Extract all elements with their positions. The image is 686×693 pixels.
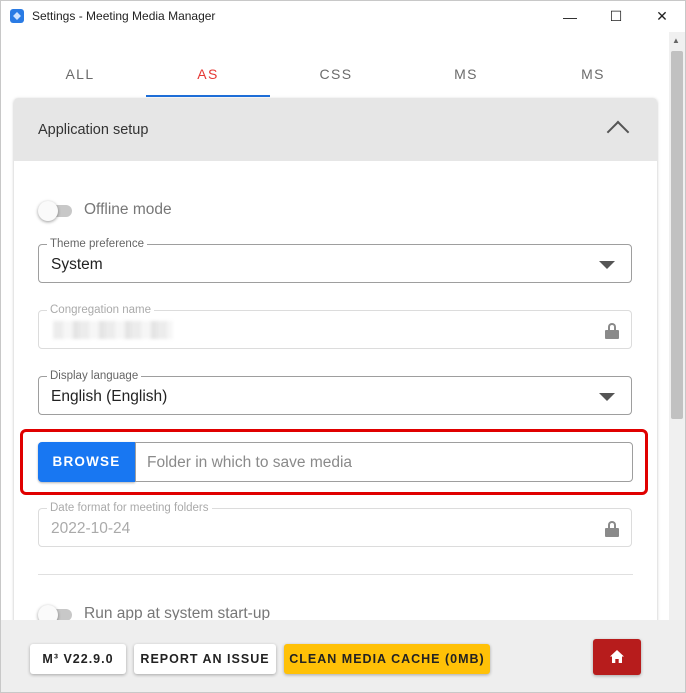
tab-all[interactable]: ALL (18, 53, 142, 97)
date-format-field: Date format for meeting folders 2022-10-… (38, 501, 632, 547)
section-title: Application setup (38, 122, 149, 138)
theme-preference-legend: Theme preference (47, 237, 147, 251)
date-format-legend: Date format for meeting folders (47, 501, 212, 515)
offline-mode-label: Offline mode (84, 201, 172, 218)
display-language-legend: Display language (47, 369, 142, 383)
display-language-value: English (English) (51, 388, 168, 405)
maximize-button[interactable]: ☐ (593, 1, 639, 32)
scrollbar-thumb[interactable] (671, 51, 683, 419)
congregation-name-field: Congregation name (38, 303, 632, 349)
theme-preference-value: System (51, 256, 103, 273)
report-issue-button[interactable]: REPORT AN ISSUE (134, 644, 276, 674)
tab-ms-1[interactable]: MS (404, 53, 528, 97)
app-icon (10, 9, 24, 23)
home-icon (610, 650, 624, 663)
chevron-up-icon[interactable] (606, 120, 630, 144)
section-header[interactable]: Application setup (14, 98, 657, 161)
close-button[interactable]: ✕ (639, 1, 685, 32)
redacted-value (53, 321, 173, 339)
toggle-knob (38, 201, 58, 221)
scroll-up-icon[interactable]: ▲ (672, 36, 680, 45)
active-tab-indicator (146, 95, 270, 97)
congregation-name-legend: Congregation name (47, 303, 155, 317)
display-language-select[interactable]: Display language English (English) (38, 369, 632, 415)
clean-media-cache-button[interactable]: CLEAN MEDIA CACHE (0MB) (284, 644, 490, 674)
minimize-button[interactable]: — (547, 1, 593, 32)
caret-down-icon (599, 393, 615, 401)
lock-icon (605, 521, 619, 537)
lock-icon (605, 323, 619, 339)
offline-mode-toggle[interactable] (38, 200, 76, 221)
version-button[interactable]: M³ V22.9.0 (30, 644, 126, 674)
media-folder-input[interactable]: Folder in which to save media (135, 442, 633, 482)
title-bar: Settings - Meeting Media Manager — ☐ ✕ (1, 1, 685, 32)
divider (38, 574, 633, 575)
caret-down-icon (599, 261, 615, 269)
footer-bar: M³ V22.9.0 REPORT AN ISSUE CLEAN MEDIA C… (1, 620, 685, 692)
date-format-value: 2022-10-24 (51, 520, 131, 537)
tab-ms-2[interactable]: MS (531, 53, 655, 97)
settings-tabs: ALL AS CSS MS MS (14, 53, 657, 98)
tab-as[interactable]: AS (146, 53, 270, 97)
media-folder-placeholder: Folder in which to save media (147, 454, 353, 471)
tab-css[interactable]: CSS (274, 53, 398, 97)
theme-preference-select[interactable]: Theme preference System (38, 237, 632, 283)
window-title: Settings - Meeting Media Manager (32, 9, 216, 23)
browse-button[interactable]: BROWSE (38, 442, 135, 482)
settings-window: Settings - Meeting Media Manager — ☐ ✕ ▲… (0, 0, 686, 693)
home-button[interactable] (593, 639, 641, 675)
